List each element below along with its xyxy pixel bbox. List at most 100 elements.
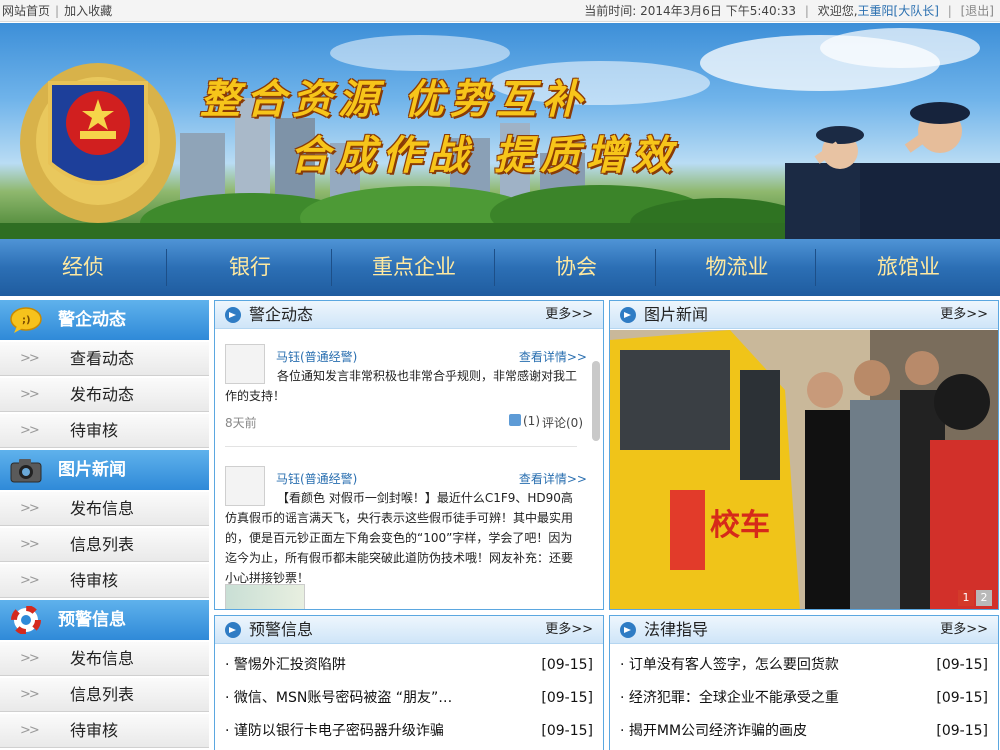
- post-author[interactable]: 马钰(普通经警): [276, 470, 357, 487]
- sidebar-item-label: 发布信息: [70, 499, 135, 518]
- sidebar-item-view-updates[interactable]: >> 查看动态: [0, 342, 209, 376]
- post-divider: [225, 446, 577, 447]
- double-chevron-icon: >>: [20, 573, 40, 588]
- top-links: 网站首页 | 加入收藏: [2, 0, 112, 22]
- arrow-circle-icon: [225, 622, 241, 638]
- post-body: 各位通知发言非常积极也非常合乎规则，非常感谢对我工作的支持！: [225, 369, 578, 403]
- divider: |: [804, 4, 809, 18]
- double-chevron-icon: >>: [20, 651, 40, 666]
- panel-header: 警企动态 更多>>: [215, 301, 603, 329]
- sidebar-section-title: 图片新闻: [58, 460, 126, 480]
- sidebar-section-news[interactable]: ;) 警企动态: [0, 300, 209, 340]
- list-item[interactable]: · 谨防以银行卡电子密码器升级诈骗 [09-15]: [225, 715, 593, 748]
- post-author[interactable]: 马钰(普通经警): [276, 348, 357, 365]
- sidebar-section-title: 预警信息: [58, 610, 126, 630]
- post-body: 【看颜色 对假币一剑封喉！】最近什么C1F9、HD90高仿真假币的谣言满天飞，央…: [225, 491, 574, 585]
- more-link[interactable]: 更多>>: [940, 301, 988, 329]
- sidebar-item-post-update[interactable]: >> 发布动态: [0, 378, 209, 412]
- time-label: 当前时间:: [584, 4, 637, 18]
- header-banner: 整合资源 优势互补 合成作战 提质增效: [0, 23, 1000, 239]
- divider: |: [947, 4, 952, 18]
- more-link[interactable]: 更多>>: [545, 301, 593, 329]
- user-name[interactable]: 王重阳[大队长]: [858, 4, 939, 18]
- more-link[interactable]: 更多>>: [940, 616, 988, 644]
- list-item[interactable]: · 警惕外汇投资陷阱 [09-15]: [225, 649, 593, 682]
- more-link[interactable]: 更多>>: [545, 616, 593, 644]
- panel-header: 预警信息 更多>>: [215, 616, 603, 644]
- sidebar-section-photo-news[interactable]: 图片新闻: [0, 450, 209, 490]
- sidebar-item-info-list[interactable]: >> 信息列表: [0, 678, 209, 712]
- panel-header: 图片新闻 更多>>: [610, 301, 998, 329]
- panel-enterprise-news: 警企动态 更多>> 马钰(普通经警) 查看详情>> 各位通知发言非常积极也非常合…: [214, 300, 604, 610]
- thumbs-up-icon: [509, 414, 521, 426]
- svg-text:;): ;): [22, 315, 31, 326]
- list-item-date: [09-15]: [936, 723, 988, 739]
- view-details-link[interactable]: 查看详情>>: [519, 470, 587, 487]
- list-item[interactable]: · 经济犯罪：全球企业不能承受之重 [09-15]: [620, 682, 988, 715]
- home-link[interactable]: 网站首页: [2, 4, 50, 18]
- nav-item-association[interactable]: 协会: [496, 239, 656, 296]
- banner-slogan-2: 合成作战 提质增效: [290, 132, 678, 179]
- list-item-date: [09-15]: [541, 690, 593, 706]
- sidebar-item-pending-review[interactable]: >> 待审核: [0, 564, 209, 598]
- list-item-title: · 警惕外汇投资陷阱: [225, 657, 346, 673]
- view-details-link[interactable]: 查看详情>>: [519, 348, 587, 365]
- like-count: (1): [523, 414, 540, 428]
- panel-photo-news: 图片新闻 更多>> 校车 12: [609, 300, 999, 610]
- news-photo[interactable]: 校车: [610, 330, 998, 610]
- nav-divider: [166, 249, 167, 286]
- double-chevron-icon: >>: [20, 537, 40, 552]
- panel-legal-guidance: 法律指导 更多>> · 订单没有客人签字，怎么要回货款 [09-15] · 经济…: [609, 615, 999, 750]
- sidebar-item-pending-review[interactable]: >> 待审核: [0, 414, 209, 448]
- main-nav: 经侦 银行 重点企业 协会 物流业 旅馆业: [0, 239, 1000, 296]
- nav-divider: [815, 249, 816, 286]
- nav-item-bank[interactable]: 银行: [168, 239, 332, 296]
- nav-divider: [494, 249, 495, 286]
- sidebar-item-publish-info[interactable]: >> 发布信息: [0, 492, 209, 526]
- nav-item-key-enterprises[interactable]: 重点企业: [333, 239, 495, 296]
- scrollbar[interactable]: [592, 361, 600, 441]
- nav-item-logistics[interactable]: 物流业: [657, 239, 817, 296]
- sidebar-item-label: 发布动态: [70, 385, 135, 404]
- panel-title: 图片新闻: [644, 305, 709, 324]
- police-officers: [785, 102, 1000, 239]
- top-bar: 网站首页 | 加入收藏 当前时间: 2014年3月6日 下午5:40:33 | 欢迎…: [0, 0, 1000, 22]
- add-favorite-link[interactable]: 加入收藏: [64, 4, 112, 18]
- like-button[interactable]: (1): [509, 414, 540, 428]
- welcome-text: 欢迎您,: [817, 4, 858, 18]
- slide-pager: 12: [956, 590, 992, 606]
- user-info: 当前时间: 2014年3月6日 下午5:40:33 | 欢迎您,王重阳[大队长]…: [584, 0, 994, 22]
- lifebuoy-icon: [11, 606, 41, 634]
- list-item-title: · 谨防以银行卡电子密码器升级诈骗: [225, 723, 444, 739]
- page-dot[interactable]: 2: [976, 590, 992, 606]
- list-item-title: · 揭开MM公司经济诈骗的画皮: [620, 723, 808, 739]
- sidebar-item-label: 待审核: [70, 721, 119, 740]
- sidebar-item-publish-info[interactable]: >> 发布信息: [0, 642, 209, 676]
- arrow-circle-icon: [620, 622, 636, 638]
- sidebar-item-pending-review[interactable]: >> 待审核: [0, 714, 209, 748]
- double-chevron-icon: >>: [20, 351, 40, 366]
- nav-item-economic-investigation[interactable]: 经侦: [0, 239, 166, 296]
- banknote-thumbnail[interactable]: [225, 584, 305, 609]
- double-chevron-icon: >>: [20, 423, 40, 438]
- logout-link[interactable]: [退出]: [961, 4, 994, 18]
- panel-warnings: 预警信息 更多>> · 警惕外汇投资陷阱 [09-15] · 微信、MSN账号密…: [214, 615, 604, 750]
- list-item[interactable]: · 微信、MSN账号密码被盗 “朋友”… [09-15]: [225, 682, 593, 715]
- sidebar-item-label: 待审核: [70, 421, 119, 440]
- panel-title: 警企动态: [249, 305, 314, 324]
- double-chevron-icon: >>: [20, 723, 40, 738]
- chat-bubble-icon: ;): [10, 307, 42, 333]
- list-item-title: · 订单没有客人签字，怎么要回货款: [620, 657, 839, 673]
- page-dot-active[interactable]: 1: [958, 590, 974, 606]
- news-post: 马钰(普通经警) 查看详情>> 各位通知发言非常积极也非常合乎规则，非常感谢对我…: [225, 344, 587, 434]
- list-item-date: [09-15]: [936, 690, 988, 706]
- sidebar-item-info-list[interactable]: >> 信息列表: [0, 528, 209, 562]
- sidebar: ;) 警企动态 >> 查看动态 >> 发布动态 >> 待审核 图片新闻 >> 发…: [0, 300, 209, 750]
- nav-item-hotels[interactable]: 旅馆业: [817, 239, 1000, 296]
- list-item[interactable]: · 订单没有客人签字，怎么要回货款 [09-15]: [620, 649, 988, 682]
- list-item[interactable]: · 揭开MM公司经济诈骗的画皮 [09-15]: [620, 715, 988, 748]
- comment-link[interactable]: 评论(0): [542, 414, 583, 431]
- sidebar-section-warnings[interactable]: 预警信息: [0, 600, 209, 640]
- bus-sign: 校车: [710, 508, 770, 543]
- list-item-date: [09-15]: [936, 657, 988, 673]
